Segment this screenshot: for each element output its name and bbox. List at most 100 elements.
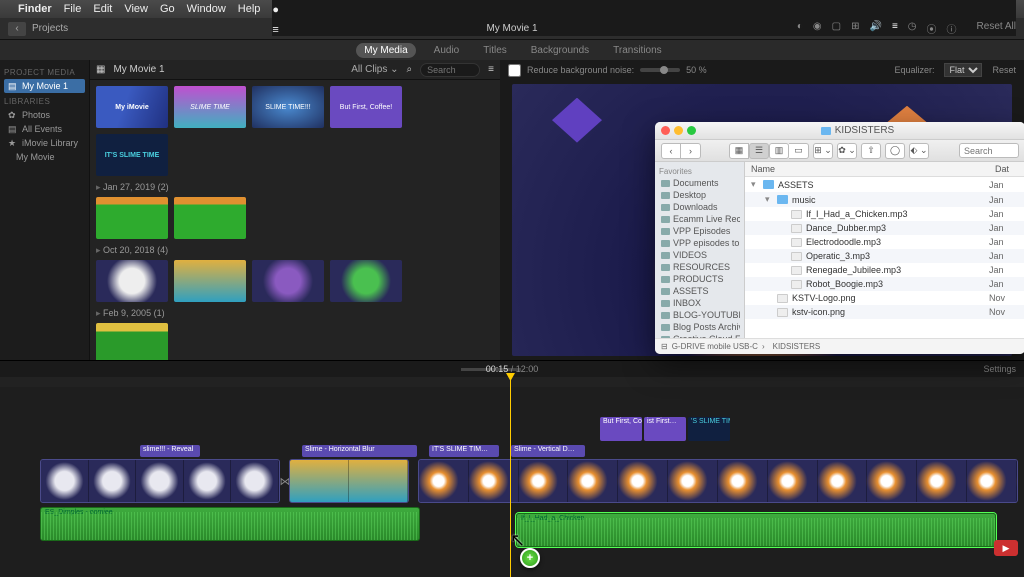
tags-button[interactable]: ◯	[885, 143, 905, 159]
clips-filter[interactable]: All Clips ⌄	[351, 64, 398, 75]
audio-clip[interactable]: ES_Dimples - oomiee	[40, 507, 420, 541]
video-clip[interactable]	[174, 260, 246, 302]
connected-clip[interactable]: 'S SLIME TIME	[688, 417, 730, 441]
title-clip[interactable]: Slime - Vertical D…	[511, 445, 585, 457]
sidebar-item[interactable]: ASSETS	[659, 285, 740, 297]
sidebar-item[interactable]: Documents	[659, 177, 740, 189]
sidebar-item[interactable]: BLOG-YOUTUBE	[659, 309, 740, 321]
color-balance-icon[interactable]: ◐	[797, 21, 803, 36]
video-clip[interactable]	[96, 197, 168, 239]
grid-icon[interactable]: ▦	[96, 64, 105, 75]
filter-icon[interactable]: ⦿	[927, 21, 937, 36]
tab-audio[interactable]: Audio	[428, 43, 466, 58]
sidebar-item-project[interactable]: ▤My Movie 1	[4, 79, 85, 93]
share-button[interactable]: ⇧	[861, 143, 881, 159]
reset-button[interactable]: Reset	[992, 65, 1016, 75]
menu-window[interactable]: Window	[187, 3, 226, 15]
menu-go[interactable]: Go	[160, 3, 175, 15]
finder-pathbar[interactable]: ⊟G-DRIVE mobile USB-C › KIDSISTERS	[655, 338, 1024, 354]
video-clip[interactable]	[330, 260, 402, 302]
sidebar-item[interactable]: PRODUCTS	[659, 273, 740, 285]
eq-select[interactable]: Flat	[944, 63, 982, 77]
back-button[interactable]: ‹	[661, 143, 681, 159]
title-clip[interactable]: slime!!! - Reveal	[140, 445, 200, 457]
noise-icon[interactable]: ≡	[892, 21, 898, 36]
date-header[interactable]: Jan 27, 2019 (2)	[96, 182, 494, 193]
menu-view[interactable]: View	[124, 3, 148, 15]
noise-slider[interactable]	[640, 68, 680, 72]
connected-clip[interactable]: But First, Coffee!	[600, 417, 642, 441]
file-row[interactable]: KSTV-Logo.pngNov	[745, 291, 1024, 305]
menu-help[interactable]: Help	[238, 3, 261, 15]
forward-button[interactable]: ›	[681, 143, 701, 159]
date-header[interactable]: Oct 20, 2018 (4)	[96, 245, 494, 256]
video-clip[interactable]	[252, 260, 324, 302]
menu-file[interactable]: File	[64, 3, 82, 15]
volume-icon[interactable]: 🔊	[870, 21, 882, 36]
title-clip[interactable]: My iMovie	[96, 86, 168, 128]
search-input[interactable]	[420, 63, 480, 77]
finder-titlebar[interactable]: KIDSISTERS	[655, 122, 1024, 140]
timeline-settings[interactable]: Settings	[983, 364, 1016, 374]
projects-button[interactable]: Projects	[32, 23, 68, 34]
gallery-view[interactable]: ▭	[789, 143, 809, 159]
file-row[interactable]: kstv-icon.pngNov	[745, 305, 1024, 319]
play-button[interactable]: ▶	[994, 540, 1018, 556]
sidebar-item[interactable]: Blog Posts Archive…	[659, 321, 740, 333]
title-clip[interactable]: SLIME TIME!!!	[252, 86, 324, 128]
browser-body[interactable]: My iMovie SLIME TIME SLIME TIME!!! But F…	[90, 80, 500, 360]
file-row[interactable]: Dance_Dubber.mp3Jan	[745, 221, 1024, 235]
video-clip[interactable]	[418, 459, 1018, 503]
video-clip[interactable]	[40, 459, 280, 503]
timeline-ruler[interactable]	[0, 377, 1024, 387]
connected-clip[interactable]: ist First…	[644, 417, 686, 441]
tab-my-media[interactable]: My Media	[356, 43, 415, 58]
tab-titles[interactable]: Titles	[477, 43, 513, 58]
date-header[interactable]: Feb 9, 2005 (1)	[96, 308, 494, 319]
finder-file-list[interactable]: NameDat ▾ASSETSJan▾musicJanIf_I_Had_a_Ch…	[745, 162, 1024, 338]
title-clip[interactable]: But First, Coffee!	[330, 86, 402, 128]
disclosure-icon[interactable]: ▾	[751, 179, 759, 190]
sidebar-item[interactable]: Downloads	[659, 201, 740, 213]
dropbox-button[interactable]: ⬖ ⌄	[909, 143, 929, 159]
audio-clip-dragging[interactable]: If_I_Had_a_Chicken	[516, 513, 996, 547]
sideba-photos[interactable]: ✿Photos	[4, 108, 85, 122]
status-icon[interactable]: ●	[272, 4, 1016, 16]
title-clip[interactable]: IT'S SLIME TIME	[96, 134, 168, 176]
noise-checkbox[interactable]	[508, 64, 521, 77]
minimize-icon[interactable]	[674, 126, 683, 135]
finder-window[interactable]: KIDSISTERS ‹› ▦☰▥▭ ⊞ ⌄ ✿ ⌄ ⇧ ◯ ⬖ ⌄ Favor…	[655, 122, 1024, 354]
title-clip[interactable]: Slime - Horizontal Blur	[302, 445, 417, 457]
sidebar-item[interactable]: VPP Episodes	[659, 225, 740, 237]
sidebar-item[interactable]: RESOURCES	[659, 261, 740, 273]
file-row[interactable]: Electrodoodle.mp3Jan	[745, 235, 1024, 249]
list-view[interactable]: ☰	[749, 143, 769, 159]
file-row[interactable]: ▾musicJan	[745, 192, 1024, 207]
file-row[interactable]: Operatic_3.mp3Jan	[745, 249, 1024, 263]
tab-transitions[interactable]: Transitions	[607, 43, 668, 58]
audio-clip[interactable]	[96, 323, 168, 360]
action-button[interactable]: ✿ ⌄	[837, 143, 857, 159]
file-row[interactable]: If_I_Had_a_Chicken.mp3Jan	[745, 207, 1024, 221]
crop-icon[interactable]: ▢	[832, 21, 841, 36]
list-view-icon[interactable]: ≡	[488, 64, 494, 75]
reset-all-button[interactable]: Reset All	[977, 21, 1016, 36]
title-clip[interactable]: SLIME TIME	[174, 86, 246, 128]
zoom-icon[interactable]	[687, 126, 696, 135]
sidebar-item[interactable]: Ecamm Live Record…	[659, 213, 740, 225]
disclosure-icon[interactable]: ▾	[765, 194, 773, 205]
sidebar-item[interactable]: VIDEOS	[659, 249, 740, 261]
tab-backgrounds[interactable]: Backgrounds	[525, 43, 595, 58]
arrange-button[interactable]: ⊞ ⌄	[813, 143, 833, 159]
menu-edit[interactable]: Edit	[93, 3, 112, 15]
icon-view[interactable]: ▦	[729, 143, 749, 159]
video-clip[interactable]	[174, 197, 246, 239]
file-row[interactable]: Renegade_Jubilee.mp3Jan	[745, 263, 1024, 277]
speed-icon[interactable]: ◷	[908, 21, 917, 36]
sidebar-item[interactable]: VPP episodes to pu…	[659, 237, 740, 249]
close-icon[interactable]	[661, 126, 670, 135]
stabilize-icon[interactable]: ⊞	[851, 21, 859, 36]
column-headers[interactable]: NameDat	[745, 162, 1024, 177]
color-correct-icon[interactable]: ◉	[813, 21, 822, 36]
title-clip[interactable]: IT'S SLIME TIM…	[429, 445, 499, 457]
